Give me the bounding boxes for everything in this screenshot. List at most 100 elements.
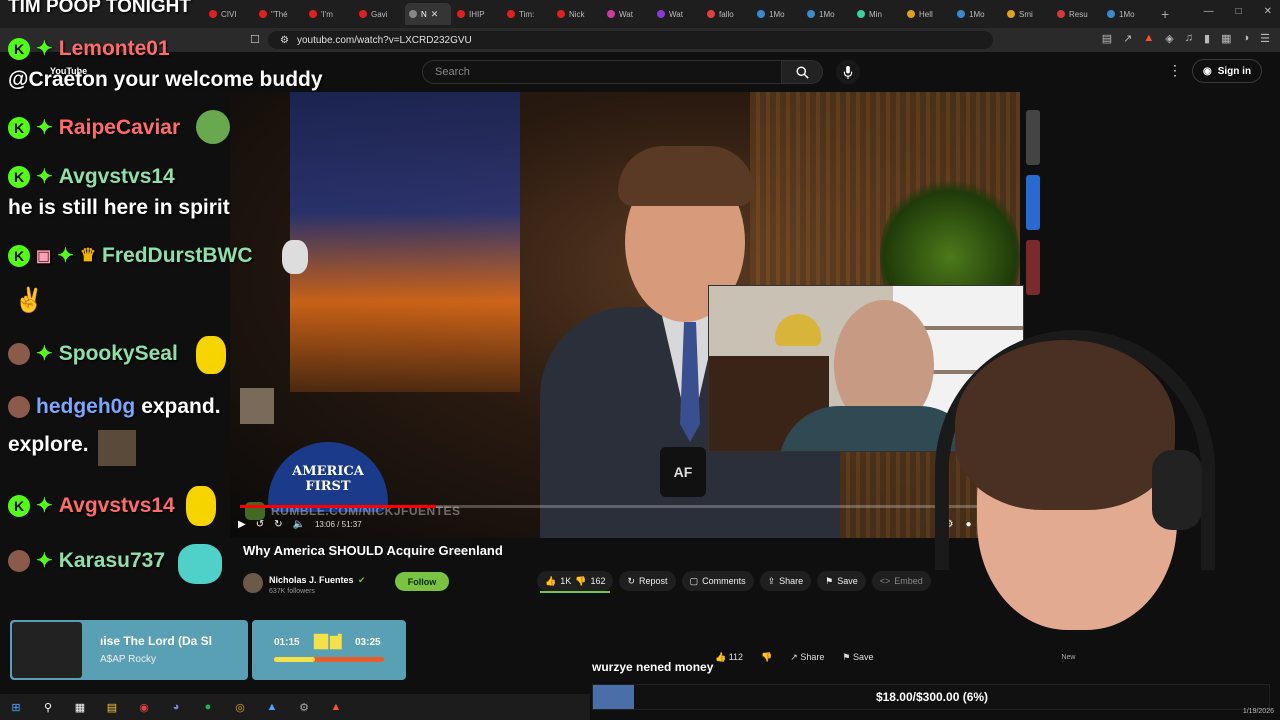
chat-overlay: K ✦ Lemonte01 @Craeton your welcome buddy K ✦… [0, 0, 330, 600]
tab-label: Wat [669, 9, 683, 19]
voice-search-button[interactable] [836, 60, 860, 84]
extensions-icon[interactable]: ◈ [1165, 32, 1173, 45]
app-icon[interactable]: ⚙ [296, 699, 312, 715]
taskbar-clock: 1/19/2026 [1242, 708, 1274, 715]
obs-icon[interactable]: ◉ [136, 699, 152, 715]
cast-icon[interactable]: ▤ [1102, 32, 1112, 45]
browser-tab[interactable]: Min [853, 3, 901, 25]
chat-username[interactable]: SpookySeal [59, 342, 178, 366]
browser-tab[interactable]: Gavi [355, 3, 403, 25]
discord-icon[interactable]: ◕ [168, 699, 184, 715]
browser-tab[interactable]: Hell [903, 3, 951, 25]
chat-message: ✦ Karasu737 [8, 548, 165, 573]
repost-button[interactable]: ↻ Repost [619, 571, 676, 591]
yt-share-button[interactable]: ↗ Share [790, 652, 824, 663]
file-explorer-icon[interactable]: ▤ [104, 699, 120, 715]
chat-username[interactable]: Avgvstvs14 [59, 494, 175, 518]
song-duration: 03:25 [355, 637, 381, 648]
pikachu-emote [186, 486, 216, 526]
share-button[interactable]: ⇪ Share [759, 571, 812, 591]
seek-bar[interactable] [240, 505, 1010, 508]
browser-tab[interactable]: Wat [653, 3, 701, 25]
player-controls: ▶ ↺ ↻ 🔈 13:06 / 51:37 ⚙ ● ▭ ⛶ [238, 514, 1012, 534]
browser-tab[interactable]: 1Mo [953, 3, 1001, 25]
tab-favicon-icon [907, 10, 915, 18]
chat-username[interactable]: Avgvstvs14 [59, 165, 175, 189]
browser-tab[interactable]: Nick [553, 3, 601, 25]
chat-username[interactable]: Karasu737 [59, 549, 165, 573]
skull-emote [282, 240, 308, 274]
minimize-icon[interactable]: — [1204, 6, 1214, 17]
tab-favicon-icon [857, 10, 865, 18]
chat-username[interactable]: FredDurstBWC [102, 244, 253, 268]
like-dislike-button[interactable]: 👍 1K 👎 162 [537, 571, 614, 591]
browser-tab[interactable]: Wat [603, 3, 651, 25]
vpn-icon[interactable]: ◑ [1242, 32, 1249, 45]
browser-tab[interactable]: fallo [703, 3, 751, 25]
browser-tab[interactable]: Smi [1003, 3, 1051, 25]
kick-badge-icon: K [8, 494, 30, 517]
chat-username[interactable]: Lemonte01 [59, 37, 170, 61]
yt-save-button[interactable]: ⚑ Save [842, 652, 873, 663]
spotify-icon[interactable]: ● [200, 699, 216, 715]
browser-tab[interactable]: Tim: [503, 3, 551, 25]
sign-in-button[interactable]: ◉ Sign in [1192, 59, 1263, 83]
close-tab-icon[interactable]: ✕ [431, 9, 439, 20]
search-button[interactable] [781, 60, 823, 84]
window-controls: — □ ✕ [1204, 6, 1272, 17]
taskbar-search-icon[interactable]: ⚲ [40, 699, 56, 715]
browser-tab[interactable]: 1Mo [803, 3, 851, 25]
address-bar[interactable]: ⚙ youtube.com/watch?v=LXCRD232GVU [268, 31, 993, 49]
share-page-icon[interactable]: ↗ [1123, 32, 1132, 45]
yt-like-button[interactable]: 👍 112 [715, 652, 743, 663]
search-icon [795, 65, 809, 79]
related-thumbnail[interactable] [1026, 240, 1040, 295]
chat-message: K ✦ Lemonte01 [8, 36, 170, 61]
tab-favicon-icon [409, 10, 417, 18]
subscriber-badge-icon: ✦ [36, 495, 53, 517]
browser-tab[interactable]: N ✕ [405, 3, 451, 25]
streamer-hair [955, 340, 1175, 510]
media-icon[interactable]: ♫ [1185, 32, 1193, 45]
sidebar-icon[interactable]: ▮ [1204, 32, 1210, 45]
album-art [12, 622, 82, 678]
more-options-icon[interactable]: ⋮ [1168, 62, 1182, 79]
chat-text: explore. [8, 433, 89, 456]
subscriber-badge-icon: ✦ [36, 117, 53, 139]
brave-shields-icon[interactable]: ▲ [1143, 32, 1154, 45]
music-progress-widget: 01:15 ▉▋▇▍ 03:25 [252, 620, 406, 680]
related-thumbnail[interactable] [1026, 175, 1040, 230]
chat-username[interactable]: hedgeh0g [36, 395, 135, 419]
follow-button[interactable]: Follow [395, 572, 449, 591]
embed-button[interactable]: <> Embed [871, 571, 931, 591]
start-icon[interactable]: ⊞ [8, 699, 24, 715]
chat-username[interactable]: RaipeCaviar [59, 116, 180, 140]
browser-tab[interactable]: 1Mo [1103, 3, 1151, 25]
steam-icon[interactable]: ▲ [264, 699, 280, 715]
new-tab-icon[interactable]: + [1161, 6, 1169, 22]
browser-tab[interactable]: Resu [1053, 3, 1101, 25]
lamp [775, 314, 821, 346]
task-view-icon[interactable]: ▦ [72, 699, 88, 715]
video-actions: 👍 1K 👎 162 ↻ Repost ▢ Comments ⇪ Share ⚑ Sav… [537, 571, 931, 591]
browser-tab[interactable]: IHIP [453, 3, 501, 25]
stream-screen: CIVI "Thé 'I'm Gavi N ✕ IHIP Tim: Nick Wat Wat fall… [0, 0, 1280, 720]
hand-emote: ✌ [14, 287, 44, 314]
brave-icon[interactable]: ▲ [328, 699, 344, 715]
dislike-count: 162 [590, 576, 606, 586]
maximize-icon[interactable]: □ [1236, 6, 1242, 17]
chrome-icon[interactable]: ◎ [232, 699, 248, 715]
menu-icon[interactable]: ☰ [1260, 32, 1270, 45]
save-button[interactable]: ⚑ Save [817, 571, 866, 591]
browser-tab[interactable]: 1Mo [753, 3, 801, 25]
tab-favicon-icon [1107, 10, 1115, 18]
chat-message: K ▣ ✦ ♛ FredDurstBWC [8, 243, 253, 268]
wallet-icon[interactable]: ▦ [1221, 32, 1231, 45]
yt-dislike-icon[interactable]: 👎 [761, 652, 772, 663]
comments-label: Comments [702, 576, 746, 586]
close-window-icon[interactable]: ✕ [1264, 6, 1272, 17]
search-input[interactable]: Search [422, 60, 782, 84]
donation-goal-label: $18.00/$300.00 (6%) [875, 690, 989, 704]
comments-button[interactable]: ▢ Comments [681, 571, 754, 591]
related-thumbnail[interactable] [1026, 110, 1040, 165]
